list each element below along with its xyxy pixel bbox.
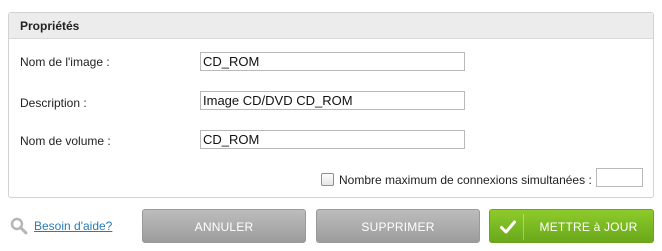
checkmark-icon	[500, 220, 516, 234]
magnifier-icon	[10, 217, 28, 235]
cancel-button[interactable]: ANNULER	[142, 209, 306, 243]
volume-name-label: Nom de volume :	[20, 134, 111, 148]
image-name-label: Nom de l'image :	[20, 55, 110, 69]
volume-name-input[interactable]	[200, 130, 465, 149]
max-connections-label: Nombre maximum de connexions simultanées…	[339, 173, 592, 187]
update-button-label: METTRE à JOUR	[539, 220, 638, 234]
max-connections-checkbox[interactable]	[321, 173, 334, 186]
description-input[interactable]	[200, 91, 465, 110]
delete-button[interactable]: SUPPRIMER	[316, 209, 480, 243]
help-link[interactable]: Besoin d'aide?	[34, 219, 112, 233]
image-name-input[interactable]	[200, 52, 465, 71]
panel-title: Propriétés	[9, 13, 653, 39]
properties-panel: Propriétés Nom de l'image : Description …	[8, 12, 654, 198]
update-button[interactable]: METTRE à JOUR	[489, 209, 654, 243]
help-area: Besoin d'aide?	[10, 217, 112, 235]
max-connections-input[interactable]	[596, 168, 643, 187]
description-label: Description :	[20, 96, 87, 110]
